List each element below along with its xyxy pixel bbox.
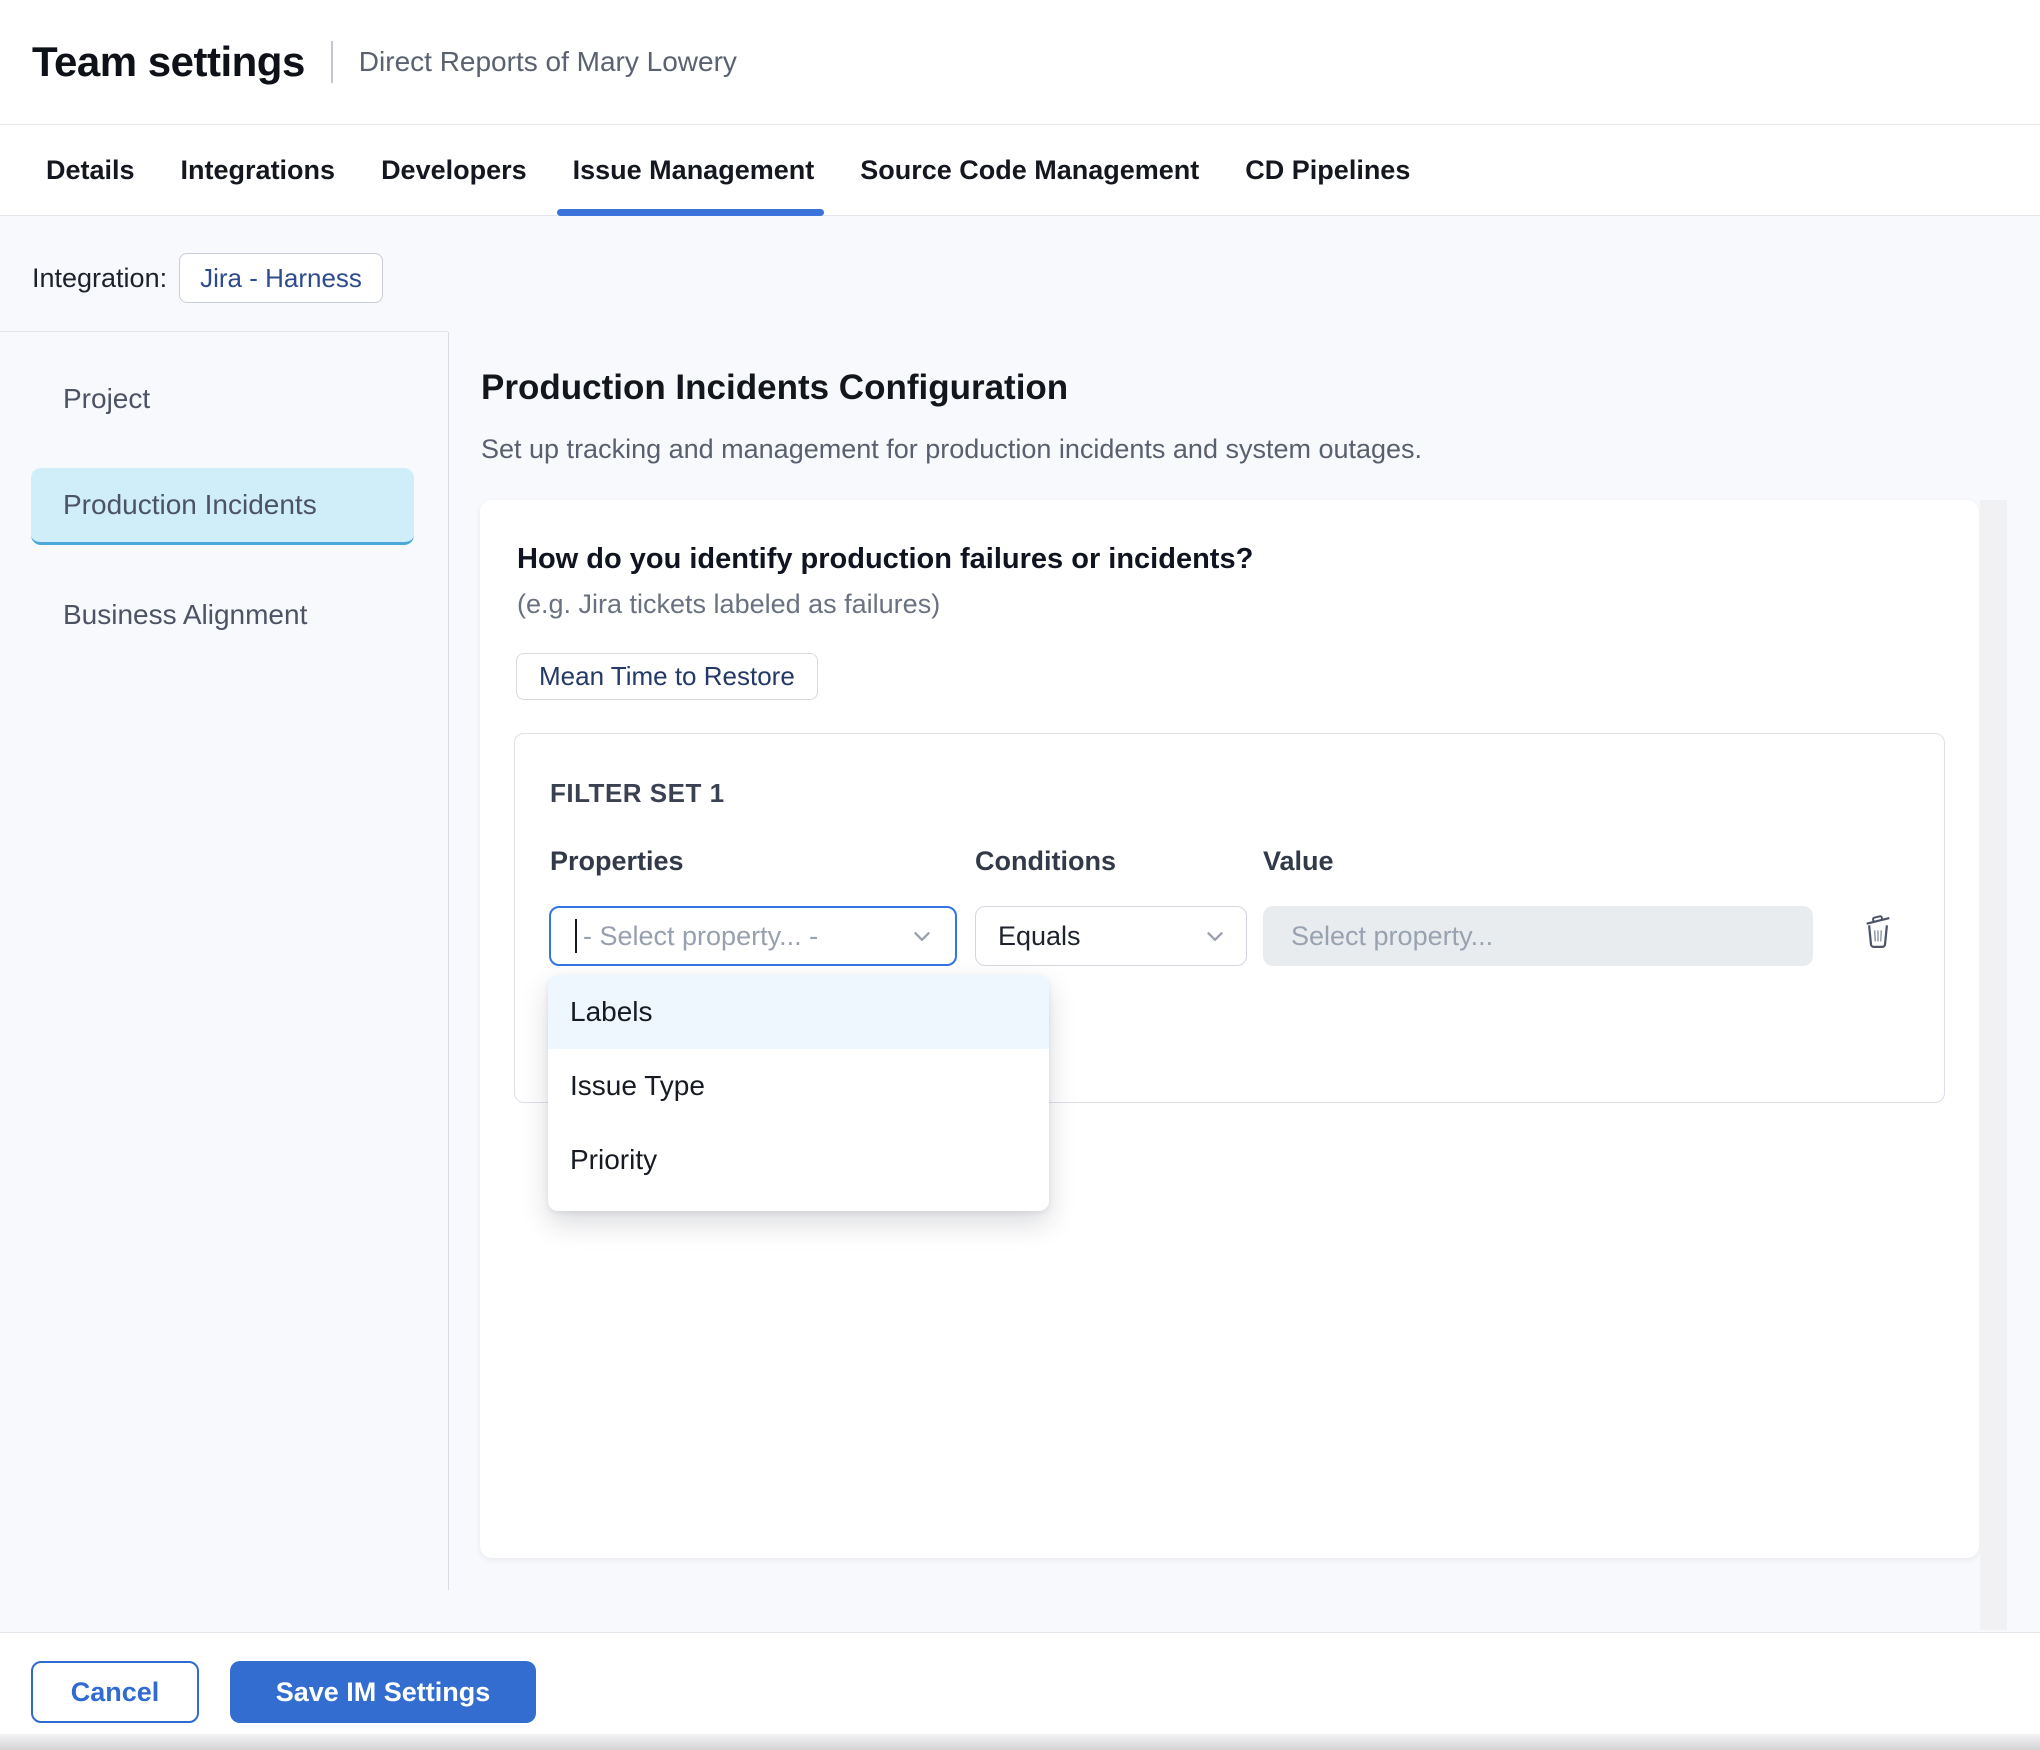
footer-action-bar: Cancel Save IM Settings xyxy=(0,1632,2040,1750)
condition-select[interactable]: Equals xyxy=(975,906,1247,966)
filter-row: - Select property... - Equals xyxy=(515,906,1944,966)
bottom-edge-shadow xyxy=(0,1734,2040,1750)
dropdown-option-issue-type[interactable]: Issue Type xyxy=(548,1049,1049,1123)
save-im-settings-button[interactable]: Save IM Settings xyxy=(230,1661,536,1723)
property-dropdown-menu: Labels Issue Type Priority xyxy=(548,975,1049,1211)
sidebar-item-project[interactable]: Project xyxy=(31,360,414,437)
identify-incidents-hint: (e.g. Jira tickets labeled as failures) xyxy=(517,589,940,620)
cancel-button[interactable]: Cancel xyxy=(31,1661,199,1723)
page-subtitle: Direct Reports of Mary Lowery xyxy=(359,46,737,78)
conditions-column-label: Conditions xyxy=(975,846,1116,877)
sidebar-item-production-incidents[interactable]: Production Incidents xyxy=(31,468,414,545)
property-select-placeholder: - Select property... - xyxy=(583,921,909,952)
incidents-config-card: How do you identify production failures … xyxy=(480,500,1979,1558)
value-column-label: Value xyxy=(1263,846,1334,877)
title-separator xyxy=(331,41,333,83)
integration-label: Integration: xyxy=(32,263,167,294)
property-select[interactable]: - Select property... - xyxy=(549,906,957,966)
integration-row: Integration: Jira - Harness xyxy=(32,253,383,303)
tab-developers[interactable]: Developers xyxy=(381,125,527,215)
tab-source-code-management[interactable]: Source Code Management xyxy=(860,125,1199,215)
dropdown-option-priority[interactable]: Priority xyxy=(548,1123,1049,1197)
sidebar-top-border xyxy=(0,331,448,332)
section-subtitle: Set up tracking and management for produ… xyxy=(481,434,1422,465)
sidebar-item-business-alignment[interactable]: Business Alignment xyxy=(31,576,414,653)
sidebar-divider xyxy=(448,332,449,1590)
dropdown-option-labels[interactable]: Labels xyxy=(548,975,1049,1049)
section-title: Production Incidents Configuration xyxy=(481,368,1068,408)
settings-side-nav: Project Production Incidents Business Al… xyxy=(31,360,414,684)
settings-tab-bar: Details Integrations Developers Issue Ma… xyxy=(0,125,2040,216)
tab-issue-management[interactable]: Issue Management xyxy=(573,125,815,215)
chevron-down-icon xyxy=(1202,923,1228,949)
identify-incidents-question: How do you identify production failures … xyxy=(517,543,1253,576)
integration-chip[interactable]: Jira - Harness xyxy=(179,253,383,303)
value-input[interactable] xyxy=(1263,906,1813,966)
tab-integrations[interactable]: Integrations xyxy=(181,125,336,215)
page-header: Team settings Direct Reports of Mary Low… xyxy=(0,0,2040,125)
mean-time-to-restore-chip[interactable]: Mean Time to Restore xyxy=(516,653,818,700)
text-cursor xyxy=(575,919,577,953)
chevron-down-icon xyxy=(909,923,935,949)
team-settings-page: Team settings Direct Reports of Mary Low… xyxy=(0,0,2040,1750)
trash-icon xyxy=(1861,912,1895,952)
condition-select-value: Equals xyxy=(998,921,1202,952)
properties-column-label: Properties xyxy=(550,846,684,877)
filter-set-title: FILTER SET 1 xyxy=(550,778,725,809)
delete-filter-button[interactable] xyxy=(1861,912,1895,952)
page-title: Team settings xyxy=(32,38,305,86)
tab-details[interactable]: Details xyxy=(46,125,135,215)
scrollbar-track[interactable] xyxy=(1980,500,2007,1630)
tab-cd-pipelines[interactable]: CD Pipelines xyxy=(1245,125,1410,215)
